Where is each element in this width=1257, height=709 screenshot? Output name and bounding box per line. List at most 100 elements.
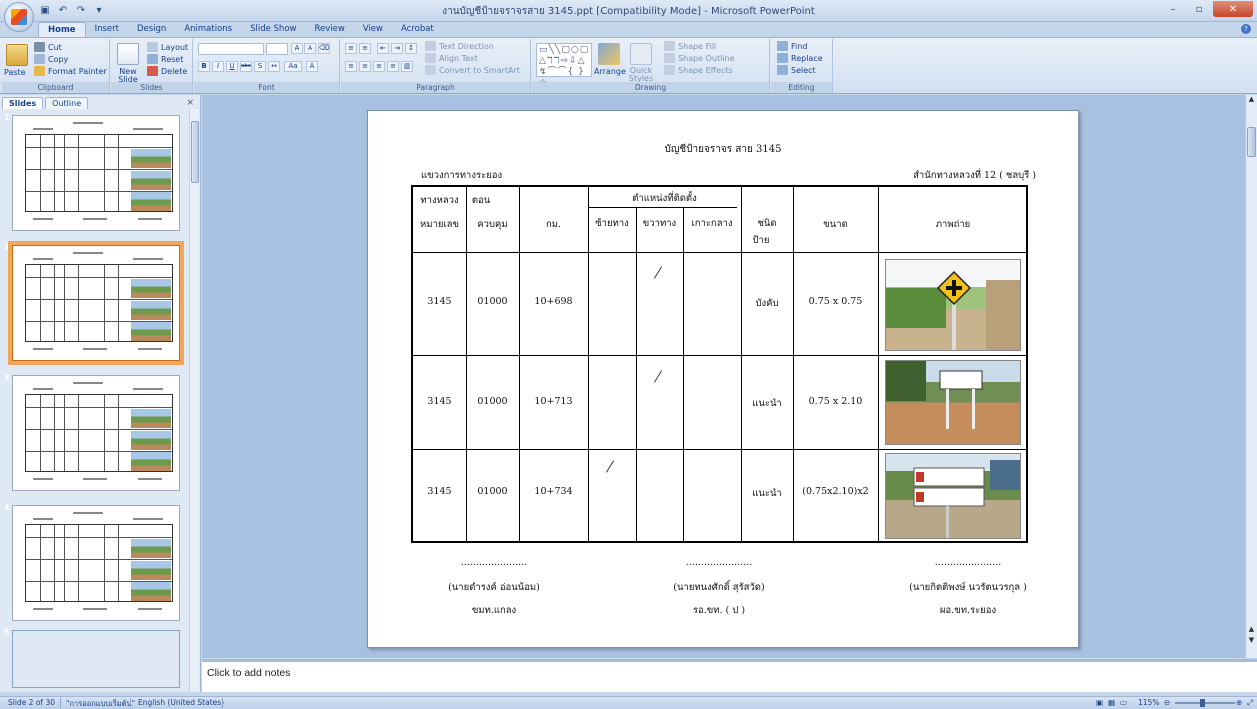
shrink-font-button[interactable]: A: [304, 43, 316, 54]
signature-3-name: (นายกิตติพงษ์ นวรัตนวรกุล ): [909, 582, 1027, 593]
grow-font-button[interactable]: A: [291, 43, 303, 54]
slide-thumbnail[interactable]: [12, 630, 180, 688]
tab-review[interactable]: Review: [305, 22, 353, 37]
layout-button[interactable]: Layout: [147, 42, 188, 52]
normal-view-icon[interactable]: ▣: [1096, 698, 1103, 707]
increase-indent-icon[interactable]: ⇥: [391, 43, 403, 54]
slide-editor[interactable]: บัญชีป้ายจราจร สาย 3145 แขวงการทางระยอง …: [202, 95, 1245, 658]
font-color-icon[interactable]: A: [306, 61, 318, 72]
tab-animations[interactable]: Animations: [175, 22, 241, 37]
zoom-in-icon[interactable]: ⊕: [1236, 698, 1242, 707]
maximize-button[interactable]: ▫: [1187, 1, 1211, 17]
slide-thumbnail[interactable]: [12, 245, 180, 361]
new-slide-icon[interactable]: [117, 43, 139, 65]
shape-outline-label: Shape Outline: [678, 53, 735, 63]
find-button[interactable]: Find: [777, 41, 807, 51]
tab-slides[interactable]: Slides: [2, 97, 44, 109]
delete-button[interactable]: Delete: [147, 66, 187, 76]
thumbnail-text: [73, 122, 103, 124]
justify-icon[interactable]: ≡: [387, 61, 399, 72]
paste-button[interactable]: Paste: [4, 68, 26, 77]
columns-icon[interactable]: ▥: [401, 61, 413, 72]
tab-home[interactable]: Home: [38, 22, 86, 37]
text-direction-button[interactable]: Text Direction: [425, 41, 494, 51]
shapes-gallery[interactable]: ▭╲╲▢○▢△ℸℸ⇨⇩△↯⌒⌒{ }☆: [536, 43, 592, 88]
numbering-icon[interactable]: ≡: [359, 43, 371, 54]
bold-button[interactable]: B: [198, 61, 210, 72]
next-slide-icon[interactable]: ▼: [1246, 636, 1257, 646]
language-indicator[interactable]: English (United States): [138, 698, 224, 707]
scroll-up-icon[interactable]: ▲: [1246, 95, 1257, 105]
notes-placeholder[interactable]: Click to add notes: [207, 667, 290, 679]
row1-km: 10+698: [534, 296, 573, 307]
tab-slide-show[interactable]: Slide Show: [241, 22, 305, 37]
thumbnail-text: [83, 348, 107, 350]
copy-button[interactable]: Copy: [34, 54, 68, 64]
shape-effects-button[interactable]: Shape Effects: [664, 65, 733, 75]
quick-styles-icon[interactable]: [630, 43, 652, 65]
thumbnail-photo: [131, 431, 171, 450]
format-painter-button[interactable]: Format Painter: [34, 66, 107, 76]
select-button[interactable]: Select: [777, 65, 816, 75]
strikethrough-button[interactable]: abc: [240, 61, 252, 72]
format-painter-label: Format Painter: [48, 66, 107, 76]
tab-design[interactable]: Design: [128, 22, 175, 37]
zoom-out-icon[interactable]: ⊖: [1164, 698, 1170, 707]
align-left-icon[interactable]: ≡: [345, 61, 357, 72]
office-button[interactable]: [4, 2, 34, 32]
panel-scrollbar[interactable]: [189, 109, 199, 691]
sign-table[interactable]: ทางหลวง หมายเลข ตอน ควบคุม กม. ตำแหน่งที…: [411, 185, 1028, 543]
slide-scroll-thumb[interactable]: [1247, 127, 1256, 157]
italic-button[interactable]: I: [212, 61, 224, 72]
convert-smartart-button[interactable]: Convert to SmartArt: [425, 65, 520, 75]
minimize-button[interactable]: –: [1161, 1, 1185, 17]
close-button[interactable]: ✕: [1213, 1, 1253, 17]
slide-thumbnail[interactable]: [12, 375, 180, 491]
replace-button[interactable]: Replace: [777, 53, 823, 63]
align-text-button[interactable]: Align Text: [425, 53, 478, 63]
underline-button[interactable]: U: [226, 61, 238, 72]
shape-outline-button[interactable]: Shape Outline: [664, 53, 735, 63]
previous-slide-icon[interactable]: ▲: [1246, 625, 1257, 635]
shadow-icon[interactable]: S: [254, 61, 266, 72]
line-spacing-icon[interactable]: ↕: [405, 43, 417, 54]
slide-thumbnail[interactable]: [12, 505, 180, 621]
spacing-icon[interactable]: ↔: [268, 61, 280, 72]
arrange-button[interactable]: Arrange: [594, 67, 626, 76]
panel-scroll-thumb[interactable]: [191, 121, 199, 183]
close-panel-icon[interactable]: ×: [186, 98, 194, 108]
reset-label: Reset: [161, 54, 184, 64]
cut-button[interactable]: Cut: [34, 42, 62, 52]
font-size-select[interactable]: [266, 43, 288, 55]
zoom-slider[interactable]: [1175, 702, 1235, 704]
zoom-slider-knob[interactable]: [1200, 699, 1205, 707]
help-icon[interactable]: ?: [1241, 24, 1251, 34]
tab-insert[interactable]: Insert: [86, 22, 128, 37]
clear-formatting-icon[interactable]: ⌫: [318, 43, 330, 54]
font-name-select[interactable]: [198, 43, 264, 55]
decrease-indent-icon[interactable]: ⇤: [377, 43, 389, 54]
shape-fill-button[interactable]: Shape Fill: [664, 41, 716, 51]
fit-window-icon[interactable]: ⤢: [1247, 698, 1253, 708]
change-case-icon[interactable]: Aa: [284, 61, 302, 72]
align-center-icon[interactable]: ≡: [359, 61, 371, 72]
thumbnail-text: [83, 478, 107, 480]
slide-vertical-scrollbar[interactable]: ▲ ▲ ▼: [1245, 95, 1257, 658]
tab-acrobat[interactable]: Acrobat: [392, 22, 443, 37]
signature-1-line: ......................: [460, 557, 528, 568]
slide-canvas[interactable]: บัญชีป้ายจราจร สาย 3145 แขวงการทางระยอง …: [367, 110, 1079, 648]
paste-icon[interactable]: [6, 44, 28, 66]
tab-view[interactable]: View: [354, 22, 392, 37]
slide-sorter-icon[interactable]: ▦: [1108, 698, 1115, 707]
tab-outline[interactable]: Outline: [45, 97, 89, 109]
row3-km: 10+734: [534, 486, 573, 497]
slide-show-icon[interactable]: ▭: [1120, 698, 1127, 707]
arrange-icon[interactable]: [598, 43, 620, 65]
reset-button[interactable]: Reset: [147, 54, 183, 64]
notes-pane[interactable]: Click to add notes: [202, 659, 1257, 692]
bullets-icon[interactable]: ≡: [345, 43, 357, 54]
align-right-icon[interactable]: ≡: [373, 61, 385, 72]
quick-styles-button[interactable]: Quick Styles: [624, 67, 658, 83]
zoom-level[interactable]: 115%: [1138, 698, 1159, 707]
slide-thumbnail[interactable]: [12, 115, 180, 231]
